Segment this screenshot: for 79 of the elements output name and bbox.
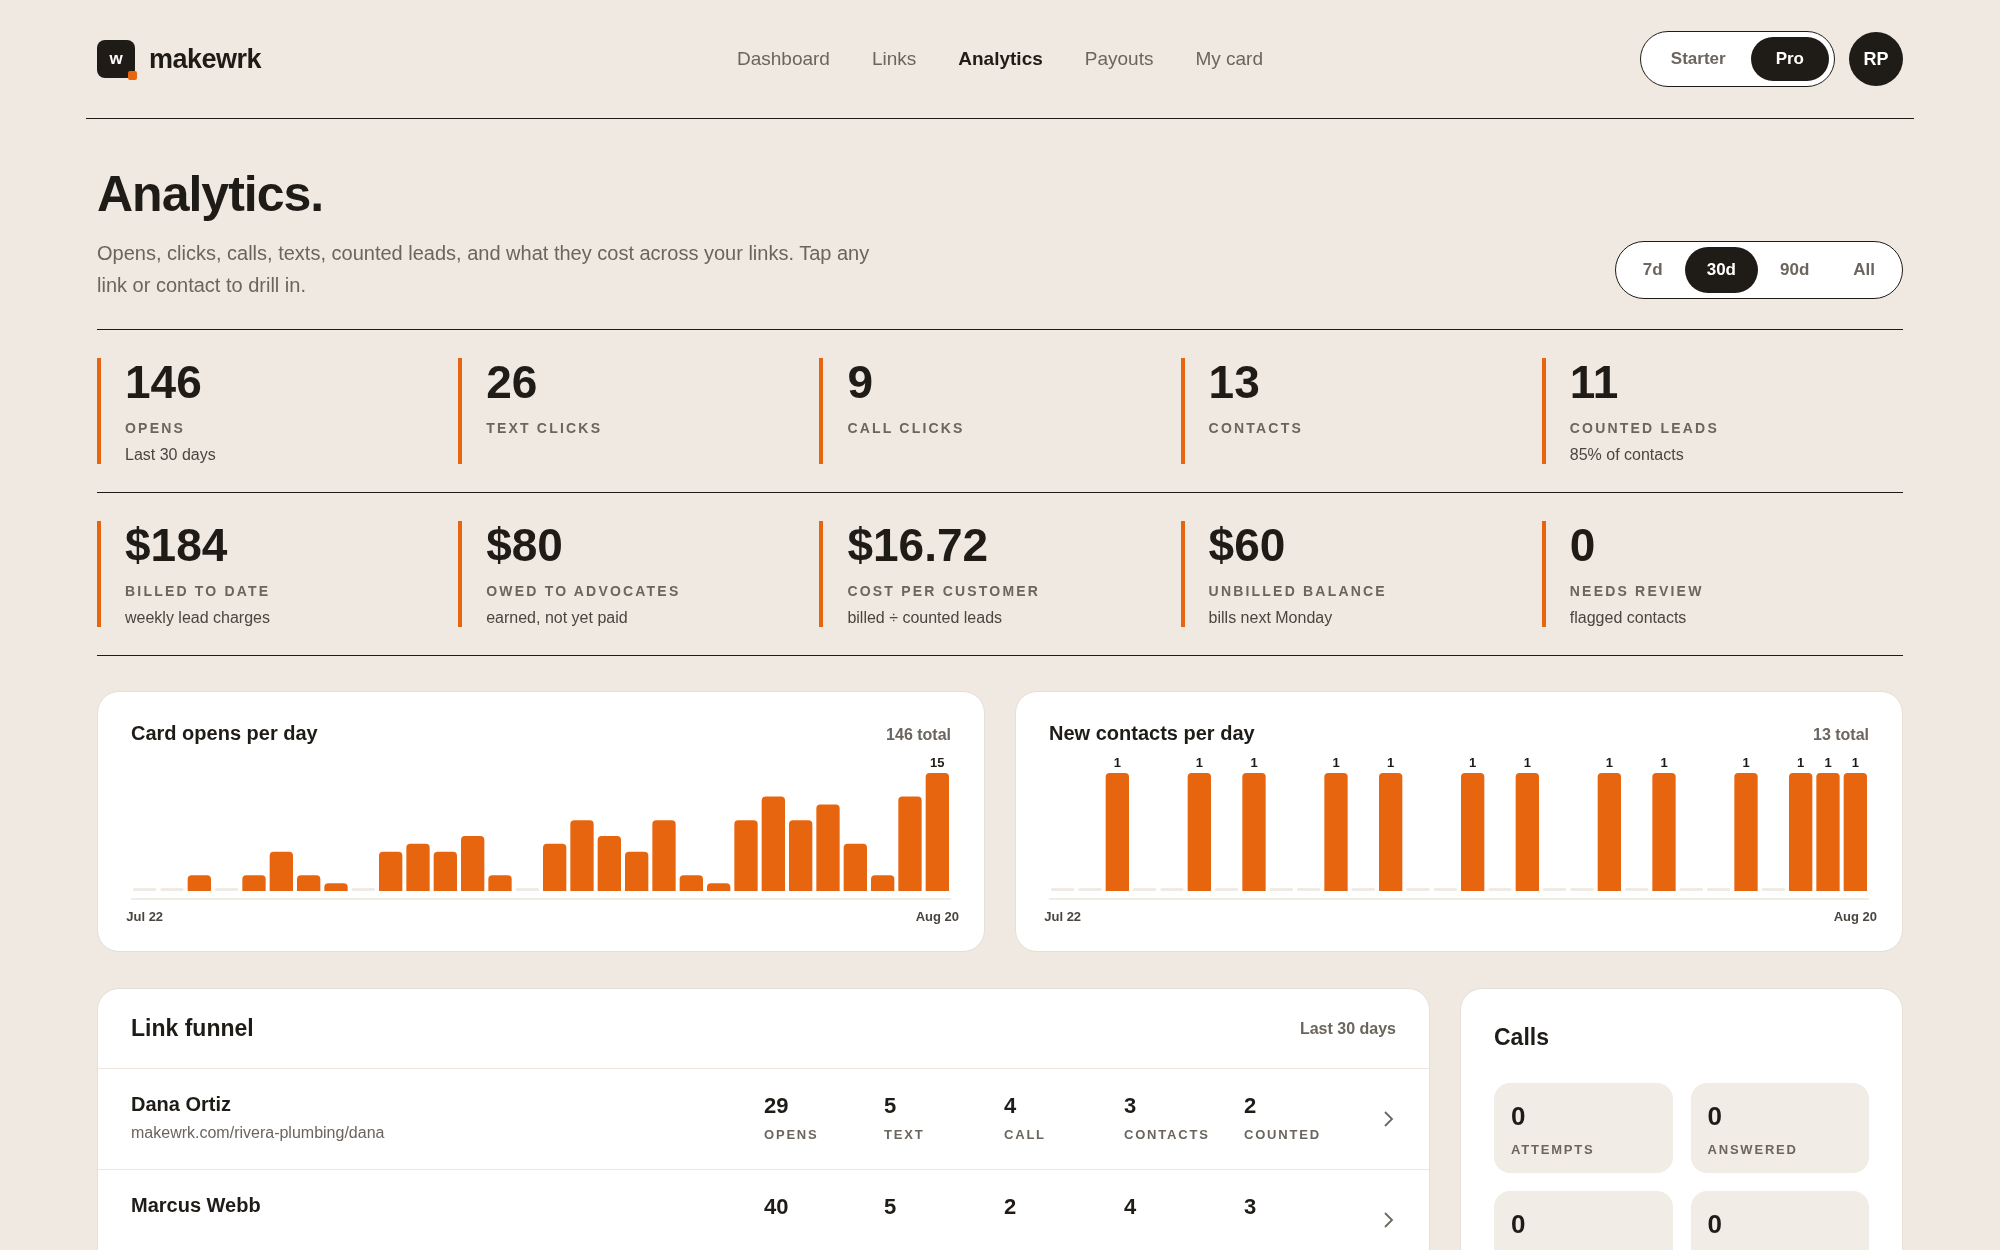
stat-value: 146	[125, 360, 203, 404]
stat-value: $80	[486, 523, 564, 567]
tile-label: ATTEMPTS	[1511, 1142, 1596, 1157]
stat-note: flagged contacts	[1569, 609, 1688, 627]
metric-label: TEXT	[884, 1127, 926, 1142]
data-label: 1	[1332, 755, 1340, 770]
card-title: Calls	[1494, 1024, 1550, 1051]
page-subtitle: Opens, clicks, calls, texts, counted leads, and what they cost across your links. Tap any link or contact to drill in.	[97, 241, 871, 298]
metric-label: CALL	[1004, 1127, 1047, 1142]
stat-value: 13	[1208, 360, 1261, 404]
stat-note: 85% of contacts	[1569, 446, 1685, 464]
metric-value: 3	[1244, 1194, 1258, 1220]
axis-label: Aug 20	[915, 909, 959, 924]
chart-total: 146 total	[886, 726, 951, 744]
data-label: 1	[1660, 755, 1668, 770]
link-url: makewrk.com/rivera-plumbing/dana	[131, 1124, 386, 1142]
metric-value: 4	[1124, 1194, 1138, 1220]
stat-value: $16.72	[847, 523, 990, 567]
axis-label: Jul 22	[126, 909, 164, 924]
stat-value: 11	[1569, 360, 1620, 404]
stat-label: CONTACTS	[1208, 420, 1304, 436]
page-title: Analytics.	[97, 165, 325, 223]
stat-label: OPENS	[125, 420, 186, 436]
metric-value: 5	[884, 1093, 898, 1119]
data-label: 1	[1113, 755, 1121, 770]
metric-value: 5	[884, 1194, 898, 1220]
data-label: 1	[1523, 755, 1531, 770]
metric-label: OPENS	[764, 1127, 820, 1142]
tile-value: 0	[1511, 1101, 1527, 1132]
stat-note: billed ÷ counted leads	[847, 609, 1004, 627]
brand-name: makewrk	[149, 43, 262, 75]
data-label: 1	[1824, 755, 1832, 770]
stat-note: weekly lead charges	[125, 609, 271, 627]
stat-value: $60	[1208, 523, 1287, 567]
metric-value: 3	[1124, 1093, 1138, 1119]
tile-value: 0	[1511, 1209, 1527, 1240]
data-label: 1	[1851, 755, 1859, 770]
stat-value: 26	[486, 360, 539, 404]
metric-value: 4	[1004, 1093, 1018, 1119]
stat-note: bills next Monday	[1208, 609, 1334, 627]
chart-total: 13 total	[1813, 726, 1869, 744]
card-title: Link funnel	[131, 1015, 254, 1042]
stat-label: BILLED TO DATE	[125, 583, 272, 599]
tile-value: 0	[1707, 1101, 1723, 1132]
metric-value: 40	[764, 1194, 790, 1220]
metric-value: 29	[764, 1093, 790, 1119]
tile-label: ANSWERED	[1707, 1142, 1799, 1157]
axis-label: Jul 22	[1044, 909, 1082, 924]
data-label: 1	[1469, 755, 1477, 770]
data-label: 1	[1250, 755, 1258, 770]
metric-label: CONTACTS	[1124, 1127, 1211, 1142]
stat-value: 0	[1569, 523, 1597, 567]
axis-label: Aug 20	[1833, 909, 1877, 924]
period-label: Last 30 days	[1299, 1019, 1396, 1038]
metric-value: 2	[1244, 1093, 1258, 1119]
stat-value: 9	[847, 360, 874, 404]
stat-label: COST PER CUSTOMER	[847, 583, 1042, 599]
tile-value: 0	[1707, 1209, 1723, 1240]
link-name: Marcus Webb	[131, 1194, 262, 1217]
data-label: 1	[1605, 755, 1613, 770]
data-label: 15	[930, 755, 945, 770]
data-label: 1	[1742, 755, 1750, 770]
stat-label: TEXT CLICKS	[486, 420, 604, 436]
stat-note: Last 30 days	[125, 446, 217, 464]
stat-value: $184	[125, 523, 229, 567]
stat-label: CALL CLICKS	[847, 420, 966, 436]
stat-label: COUNTED LEADS	[1569, 420, 1720, 436]
stat-label: OWED TO ADVOCATES	[486, 583, 682, 599]
metric-label: COUNTED	[1244, 1127, 1322, 1142]
data-label: 1	[1797, 755, 1805, 770]
stat-note: earned, not yet paid	[486, 609, 629, 627]
chart-title: Card opens per day	[131, 722, 318, 745]
link-name: Dana Ortiz	[131, 1093, 233, 1116]
data-label: 1	[1387, 755, 1395, 770]
data-label: 1	[1195, 755, 1203, 770]
metric-value: 2	[1004, 1194, 1018, 1220]
stat-label: UNBILLED BALANCE	[1208, 583, 1388, 599]
stat-label: NEEDS REVIEW	[1569, 583, 1705, 599]
chart-title: New contacts per day	[1049, 722, 1255, 745]
